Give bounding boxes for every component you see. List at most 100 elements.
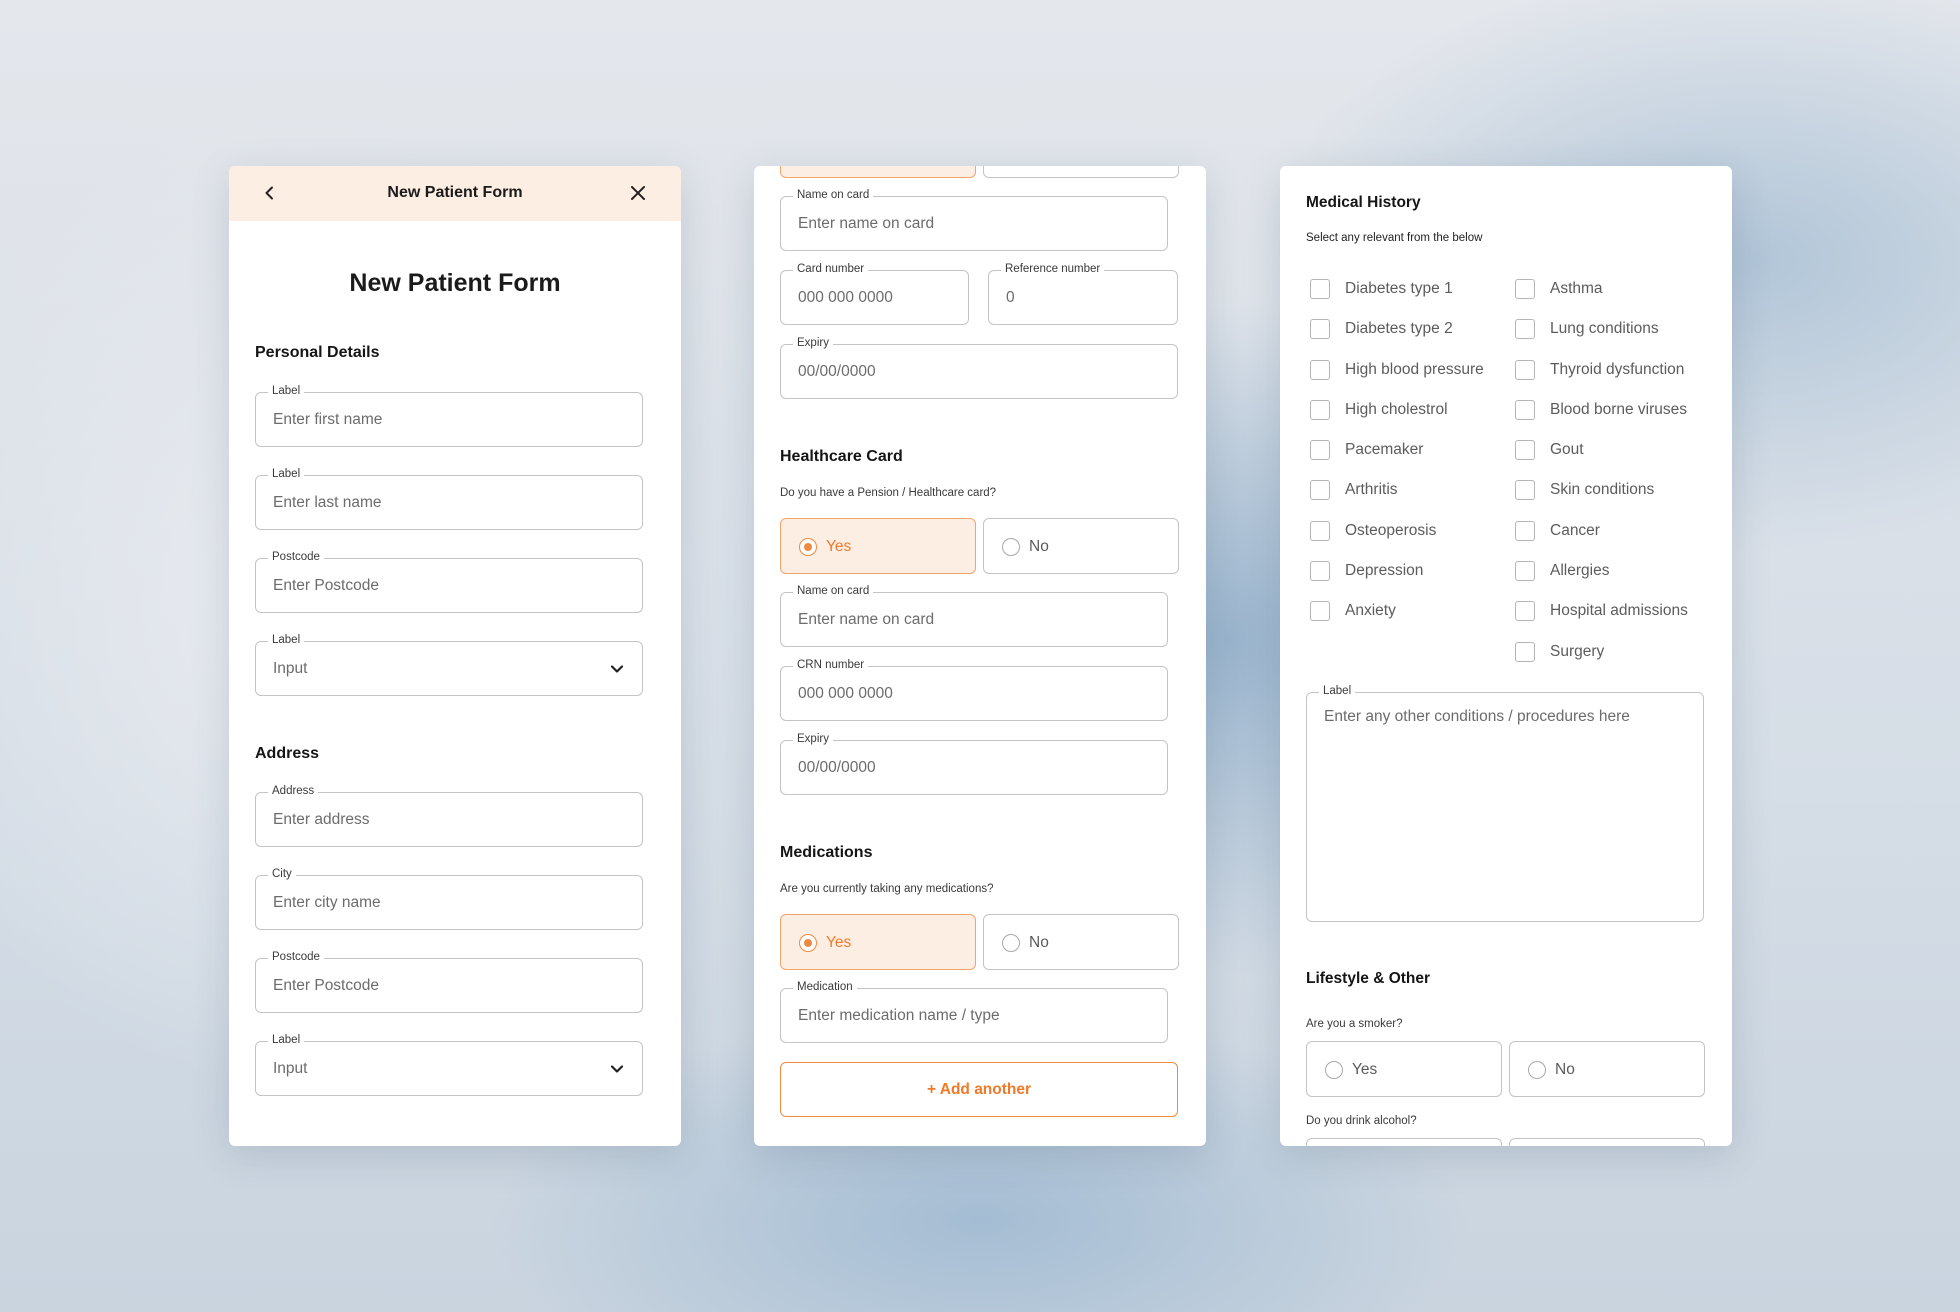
expiry-field[interactable]: Expiry 00/00/0000 xyxy=(780,336,1178,399)
field-label: Label xyxy=(268,1033,305,1047)
healthcare-no-radio[interactable]: No xyxy=(983,518,1179,574)
name-on-card-field[interactable]: Name on card Enter name on card xyxy=(780,188,1168,251)
condition-checkbox[interactable]: Osteoperosis xyxy=(1310,520,1484,542)
select-value: Input xyxy=(273,1060,308,1077)
field-placeholder: Enter name on card xyxy=(798,215,935,232)
field-placeholder: Enter name on card xyxy=(798,611,935,628)
condition-checkbox[interactable]: Pacemaker xyxy=(1310,439,1484,461)
address-title: Address xyxy=(255,745,320,762)
radio-label: No xyxy=(1029,538,1049,555)
card-number-field[interactable]: Card number 000 000 0000 xyxy=(780,262,969,325)
condition-checkbox[interactable]: Asthma xyxy=(1515,278,1688,300)
checkbox-label: High blood pressure xyxy=(1345,360,1484,378)
checkbox-label: Thyroid dysfunction xyxy=(1550,360,1685,378)
checkbox-icon[interactable] xyxy=(1310,279,1330,299)
field-placeholder: Enter Postcode xyxy=(273,977,379,994)
checkbox-icon[interactable] xyxy=(1310,480,1330,501)
checkbox-icon[interactable] xyxy=(1310,561,1330,582)
medical-history-subtitle: Select any relevant from the below xyxy=(1306,232,1483,244)
checkbox-icon[interactable] xyxy=(1310,359,1330,380)
checkbox-label: Surgery xyxy=(1550,642,1605,660)
field-label: Reference number xyxy=(1001,262,1105,276)
checkbox-icon[interactable] xyxy=(1515,561,1535,582)
condition-checkbox[interactable]: Hospital admissions xyxy=(1515,600,1688,622)
last-name-field[interactable]: Label Enter last name xyxy=(255,467,643,530)
checkbox-icon[interactable] xyxy=(1515,279,1535,299)
alcohol-question: Do you drink alcohol? xyxy=(1306,1115,1417,1127)
condition-checkbox[interactable]: Surgery xyxy=(1515,641,1688,663)
condition-checkbox[interactable]: Anxiety xyxy=(1310,600,1484,622)
field-placeholder: Enter last name xyxy=(273,494,382,511)
city-field[interactable]: City Enter city name xyxy=(255,867,643,930)
radio-no-clipped[interactable] xyxy=(983,166,1179,178)
checkbox-icon[interactable] xyxy=(1515,601,1535,622)
field-label: Address xyxy=(268,784,319,798)
condition-checkbox[interactable]: High cholestrol xyxy=(1310,399,1484,421)
first-name-field[interactable]: Label Enter first name xyxy=(255,384,643,447)
radio-label: Yes xyxy=(826,934,852,951)
field-placeholder: Enter any other conditions / procedures … xyxy=(1324,708,1630,725)
checkbox-label: Blood borne viruses xyxy=(1550,400,1687,418)
checkbox-label: Cancer xyxy=(1550,521,1600,539)
alcohol-yes-radio-clipped[interactable] xyxy=(1306,1138,1502,1146)
condition-checkbox[interactable]: High blood pressure xyxy=(1310,359,1484,381)
checkbox-label: Arthritis xyxy=(1345,481,1398,499)
other-conditions-textarea[interactable]: Label Enter any other conditions / proce… xyxy=(1306,684,1704,922)
condition-checkbox[interactable]: Depression xyxy=(1310,560,1484,582)
checkbox-icon[interactable] xyxy=(1310,601,1330,622)
reference-number-field[interactable]: Reference number 0 xyxy=(988,262,1178,325)
smoker-yes-radio[interactable]: Yes xyxy=(1306,1041,1502,1097)
checkbox-icon[interactable] xyxy=(1515,520,1535,541)
smoker-question: Are you a smoker? xyxy=(1306,1018,1403,1030)
medication-field[interactable]: Medication Enter medication name / type xyxy=(780,980,1168,1043)
top-bar: New Patient Form xyxy=(229,166,681,221)
radio-label: Yes xyxy=(1352,1061,1378,1078)
condition-checkbox[interactable]: Thyroid dysfunction xyxy=(1515,359,1688,381)
condition-checkbox[interactable]: Skin conditions xyxy=(1515,479,1688,501)
field-label: City xyxy=(268,867,296,881)
checkbox-icon[interactable] xyxy=(1310,319,1330,340)
checkbox-label: Gout xyxy=(1550,441,1584,459)
condition-checkbox[interactable]: Gout xyxy=(1515,439,1688,461)
field-placeholder: Enter first name xyxy=(273,411,383,428)
medications-yes-radio[interactable]: Yes xyxy=(780,914,976,970)
checkbox-icon[interactable] xyxy=(1515,641,1535,662)
checkbox-icon[interactable] xyxy=(1310,440,1330,461)
field-label: CRN number xyxy=(793,658,869,672)
healthcare-name-field[interactable]: Name on card Enter name on card xyxy=(780,584,1168,647)
alcohol-no-radio-clipped[interactable] xyxy=(1509,1138,1705,1146)
smoker-no-radio[interactable]: No xyxy=(1509,1041,1705,1097)
personal-select[interactable]: Label Input xyxy=(255,633,643,696)
address-postcode-field[interactable]: Postcode Enter Postcode xyxy=(255,950,643,1013)
address-select[interactable]: Label Input xyxy=(255,1033,643,1096)
condition-checkbox[interactable]: Diabetes type 2 xyxy=(1310,318,1484,340)
checkbox-icon[interactable] xyxy=(1515,359,1535,380)
crn-number-field[interactable]: CRN number 000 000 0000 xyxy=(780,658,1168,721)
checkbox-icon[interactable] xyxy=(1515,319,1535,340)
medications-no-radio[interactable]: No xyxy=(983,914,1179,970)
postcode-field[interactable]: Postcode Enter Postcode xyxy=(255,550,643,613)
field-label: Label xyxy=(268,467,305,481)
address-field[interactable]: Address Enter address xyxy=(255,784,643,847)
condition-checkbox[interactable]: Cancer xyxy=(1515,520,1688,542)
radio-yes-clipped[interactable] xyxy=(780,166,976,178)
field-label: Label xyxy=(1319,684,1356,698)
add-another-button[interactable]: + Add another xyxy=(780,1062,1178,1117)
checkbox-icon[interactable] xyxy=(1310,520,1330,541)
checkbox-icon[interactable] xyxy=(1515,399,1535,420)
topbar-title: New Patient Form xyxy=(387,184,523,201)
checkbox-icon[interactable] xyxy=(1515,440,1535,461)
medical-history-panel: Medical History Select any relevant from… xyxy=(1280,166,1732,1146)
checkbox-icon[interactable] xyxy=(1515,480,1535,501)
condition-checkbox[interactable]: Allergies xyxy=(1515,560,1688,582)
checkbox-label: Skin conditions xyxy=(1550,481,1655,499)
healthcare-yes-radio[interactable]: Yes xyxy=(780,518,976,574)
condition-checkbox[interactable]: Diabetes type 1 xyxy=(1310,278,1484,300)
healthcare-expiry-field[interactable]: Expiry 00/00/0000 xyxy=(780,732,1168,795)
field-placeholder: Enter medication name / type xyxy=(798,1007,1000,1024)
close-icon[interactable] xyxy=(623,178,653,208)
condition-checkbox[interactable]: Blood borne viruses xyxy=(1515,399,1688,421)
condition-checkbox[interactable]: Arthritis xyxy=(1310,479,1484,501)
condition-checkbox[interactable]: Lung conditions xyxy=(1515,318,1688,340)
checkbox-icon[interactable] xyxy=(1310,399,1330,420)
